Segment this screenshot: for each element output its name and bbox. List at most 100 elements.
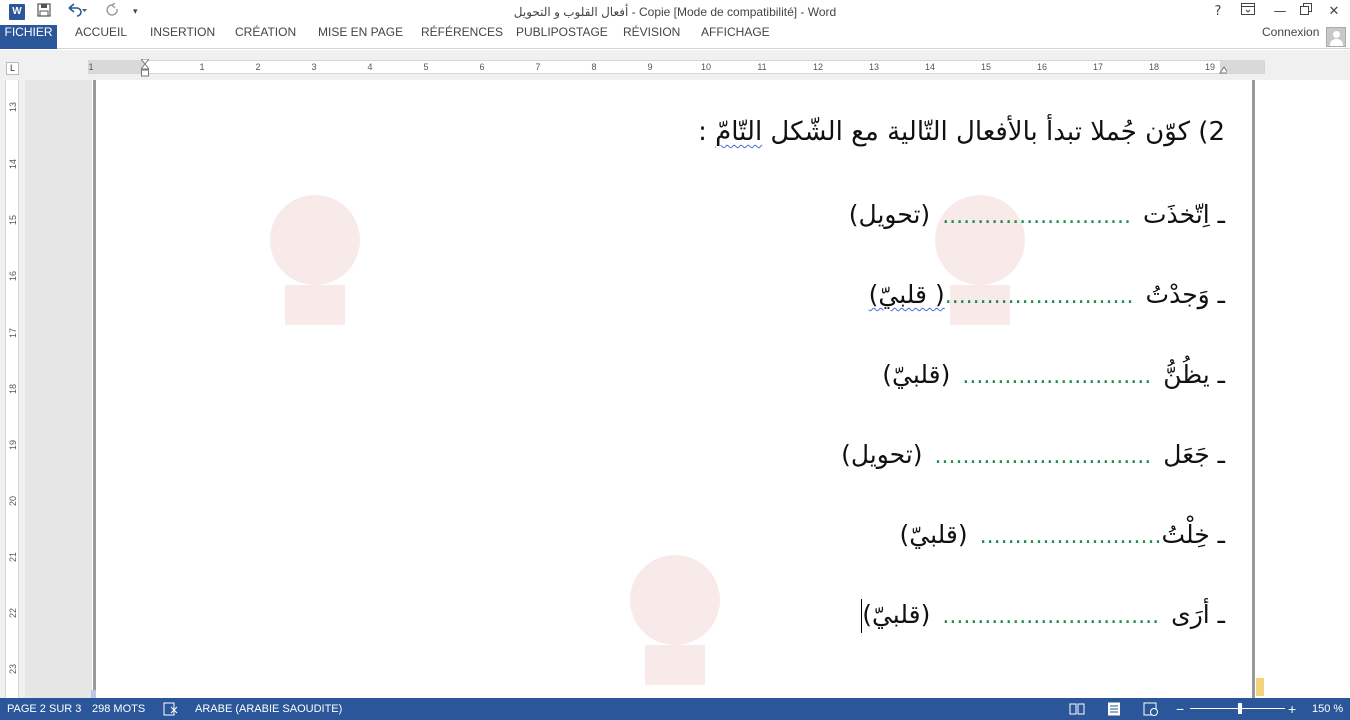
watermark-logo-icon [630, 555, 720, 685]
line-dots: .......................... [979, 524, 1162, 549]
ruler-number: 6 [479, 62, 485, 72]
ruler-number: 4 [367, 62, 373, 72]
ruler-number: 14 [924, 62, 936, 72]
sign-in-link[interactable]: Connexion [1262, 25, 1319, 49]
ruler-number: 3 [311, 62, 317, 72]
page-edge-left [93, 80, 96, 698]
exercise-line[interactable]: ـ خِلْتُ.......................... (قلبيّ… [899, 515, 1225, 555]
ruler-number: 16 [8, 271, 18, 282]
line-verb: ـ جَعَل [1163, 440, 1225, 469]
line-hint: (تحويل) [848, 200, 931, 229]
ruler-number: 21 [8, 552, 18, 563]
tab-layout[interactable]: MISE EN PAGE [318, 25, 403, 49]
horizontal-ruler[interactable]: 1 1 2 3 4 5 6 7 8 9 10 11 12 13 14 15 16… [88, 60, 1265, 74]
page-count[interactable]: PAGE 2 SUR 3 [7, 698, 81, 720]
vertical-ruler[interactable]: 13 14 15 16 17 18 19 20 21 22 23 [5, 80, 19, 698]
line-verb: ـ اِتّخذَت [1143, 200, 1225, 229]
ruler-number: 19 [8, 440, 18, 451]
tab-home[interactable]: ACCUEIL [75, 25, 127, 49]
tab-mailings[interactable]: PUBLIPOSTAGE [516, 25, 608, 49]
line-hint: ( قلبيّ) [868, 280, 945, 309]
line-hint: (قلبيّ) [862, 600, 931, 629]
tab-view[interactable]: AFFICHAGE [701, 25, 770, 49]
zoom-out-icon[interactable]: − [1176, 698, 1184, 720]
line-verb: ـ وَجدْتُ [1145, 280, 1225, 309]
ruler-number: 18 [8, 384, 18, 395]
restore-icon[interactable] [1299, 3, 1313, 21]
line-dots: ........................... [962, 364, 1152, 389]
ruler-number: 22 [8, 608, 18, 619]
scroll-position-marker[interactable] [1256, 678, 1264, 696]
word-count[interactable]: 298 MOTS [92, 698, 145, 720]
ruler-number: 17 [1092, 62, 1104, 72]
minimize-button[interactable]: — [1273, 3, 1287, 21]
window-title: أفعال القلوب و التحويل - Copie [Mode de … [513, 5, 837, 19]
line-hint: (قلبيّ) [882, 360, 951, 389]
proofing-icon[interactable] [163, 702, 179, 716]
read-mode-icon[interactable] [1069, 702, 1085, 716]
tab-insert[interactable]: INSERTION [150, 25, 215, 49]
tab-design[interactable]: CRÉATION [235, 25, 296, 49]
status-bar: PAGE 2 SUR 3 298 MOTS ARABE (ARABIE SAOU… [0, 698, 1350, 720]
ruler-number: 1 [88, 62, 94, 72]
exercise-line[interactable]: ـ وَجدْتُ...........................( قل… [869, 275, 1225, 315]
zoom-level[interactable]: 150 % [1312, 698, 1343, 720]
left-indent-marker-icon[interactable] [141, 59, 149, 79]
ruler-number: 15 [8, 215, 18, 226]
line-hint: (قلبيّ) [899, 520, 968, 549]
line-hint: (تحويل) [841, 440, 923, 469]
right-gutter [1262, 80, 1350, 698]
ruler-number: 2 [255, 62, 261, 72]
tab-references[interactable]: RÉFÉRENCES [421, 25, 503, 49]
ruler-number: 15 [980, 62, 992, 72]
line-verb: ـ أرَى [1171, 600, 1225, 629]
ruler-number: 9 [647, 62, 653, 72]
heading-colon: : [698, 117, 716, 147]
zoom-slider-thumb[interactable] [1238, 703, 1242, 714]
user-avatar-icon[interactable] [1326, 27, 1346, 47]
zoom-in-icon[interactable]: + [1288, 698, 1296, 720]
ruler-number: 10 [700, 62, 712, 72]
ruler-number: 7 [535, 62, 541, 72]
ruler-number: 20 [8, 496, 18, 507]
ruler-number: 18 [1148, 62, 1160, 72]
right-indent-marker-icon[interactable] [1219, 59, 1227, 79]
ruler-number: 16 [1036, 62, 1048, 72]
page-edge-right [1252, 80, 1255, 698]
ruler-number: 13 [868, 62, 880, 72]
ruler-number: 1 [199, 62, 205, 72]
ruler-number: 17 [8, 328, 18, 339]
line-verb: ـ خِلْتُ [1161, 520, 1225, 549]
exercise-line[interactable]: ـ اِتّخذَت........................... (تح… [849, 195, 1225, 235]
ruler-number: 12 [812, 62, 824, 72]
line-dots: ........................... [944, 284, 1134, 309]
tab-file[interactable]: FICHIER [0, 25, 57, 49]
line-verb: ـ يظُنُّ [1163, 360, 1225, 389]
exercise-line[interactable]: ـ أرَى............................... (قل… [861, 595, 1225, 635]
tab-review[interactable]: RÉVISION [623, 25, 680, 49]
heading-spellcheck-word: التّامّ [715, 117, 763, 147]
title-bar: W ▾ أفعال القلوب و التحويل - Copie [Mode… [0, 0, 1350, 25]
ruler-number: 8 [591, 62, 597, 72]
line-dots: ........................... [942, 204, 1132, 229]
ruler-left-margin [89, 61, 146, 73]
ruler-number: 23 [8, 664, 18, 675]
heading-text: 2) كوّن جُملا تبدأ بالأفعال التّالية مع … [762, 117, 1225, 147]
ribbon-tabs: FICHIER ACCUEIL INSERTION CRÉATION MISE … [0, 25, 1350, 49]
ruler-number: 13 [8, 102, 18, 113]
ruler-number: 5 [423, 62, 429, 72]
tab-stop-selector[interactable]: L [6, 62, 19, 75]
print-layout-icon[interactable] [1106, 702, 1122, 716]
ruler-number: 14 [8, 159, 18, 170]
web-layout-icon[interactable] [1143, 702, 1159, 716]
exercise-line[interactable]: ـ يظُنُّ........................... (قلبي… [882, 355, 1225, 395]
exercise-heading[interactable]: 2) كوّن جُملا تبدأ بالأفعال التّالية مع … [698, 110, 1225, 154]
language-indicator[interactable]: ARABE (ARABIE SAOUDITE) [195, 698, 342, 720]
ruler-number: 19 [1204, 62, 1216, 72]
watermark-logo-icon [270, 195, 360, 325]
exercise-line[interactable]: ـ جَعَل............................... (ت… [841, 435, 1225, 475]
line-dots: ............................... [942, 604, 1160, 629]
help-button[interactable]: ? [1211, 3, 1225, 21]
ribbon-display-options-icon[interactable] [1240, 3, 1256, 21]
close-button[interactable]: ✕ [1327, 3, 1341, 21]
